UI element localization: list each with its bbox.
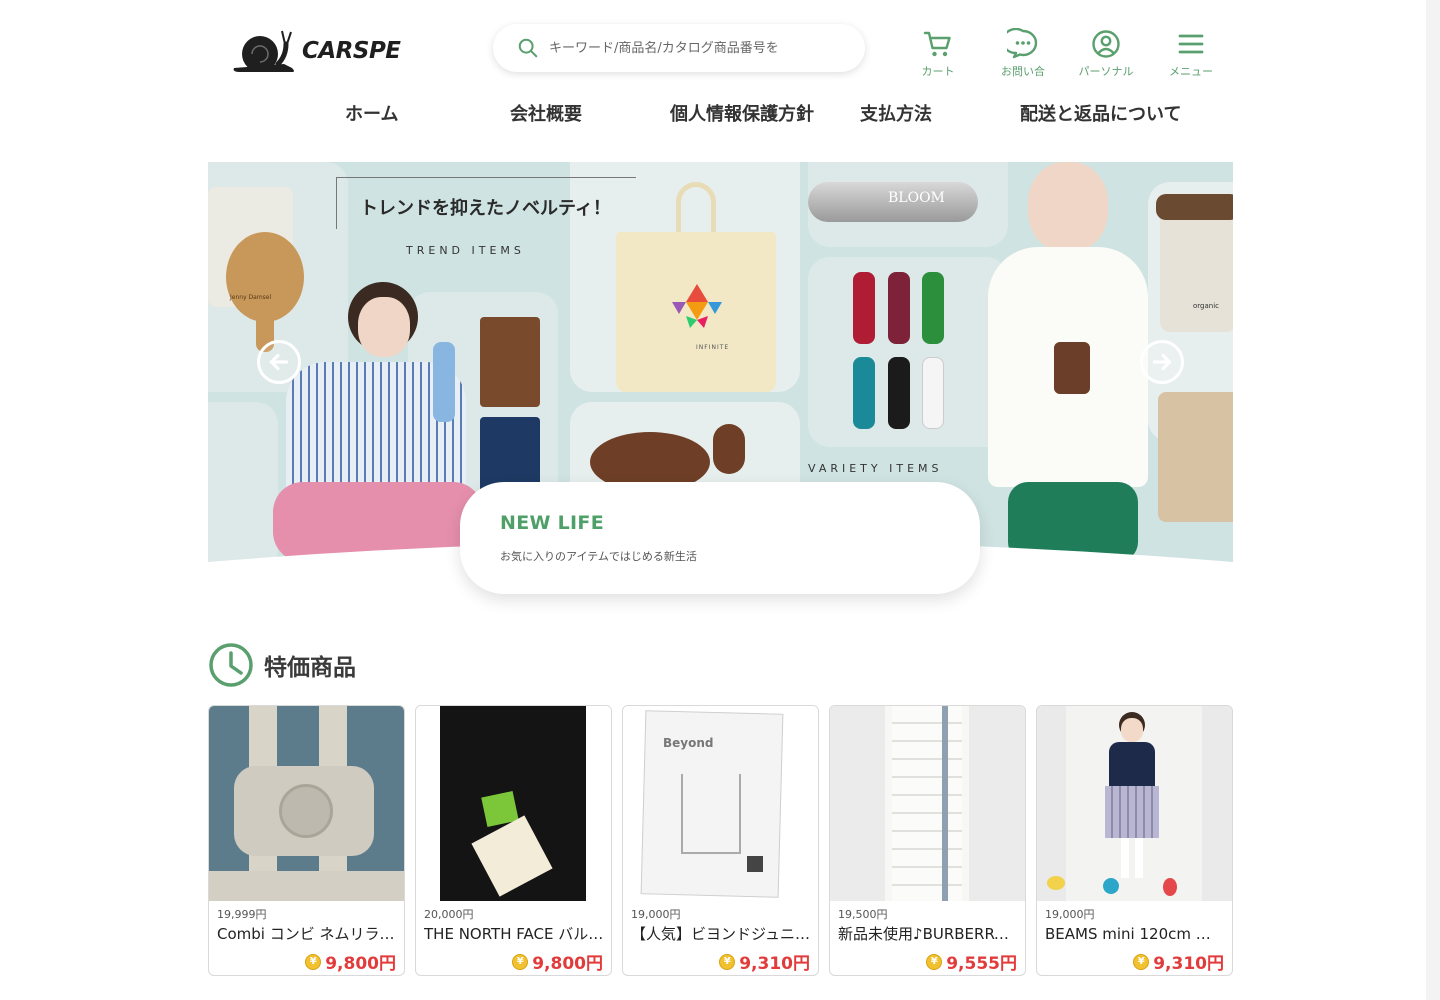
product-list: 19,999円 Combi コンビ ネムリラ オートスウィング 交換用ベルト ¥… — [208, 705, 1233, 977]
personal-button[interactable]: パーソナル — [1071, 28, 1141, 82]
sale-price: ¥9,555円 — [926, 949, 1017, 974]
original-price: 19,500円 — [838, 908, 888, 921]
contact-label: お問い合 — [1001, 65, 1045, 78]
product-image — [416, 706, 611, 901]
yen-coin-icon: ¥ — [926, 953, 943, 970]
personal-label: パーソナル — [1078, 65, 1134, 78]
tote-brand-text: INFINITE — [696, 344, 730, 351]
menu-label: メニュー — [1169, 65, 1213, 78]
nav-privacy[interactable]: 個人情報保護方針 — [670, 100, 814, 126]
product-card[interactable]: 19,000円 BEAMS mini 120cm セレモニースーツ ¥9,310… — [1036, 705, 1233, 976]
brand-logo[interactable]: CARSPE — [230, 28, 410, 74]
search-bar[interactable] — [493, 24, 865, 72]
yen-coin-icon: ¥ — [512, 953, 529, 970]
bottle-black-image — [888, 357, 910, 429]
original-price: 19,999円 — [217, 908, 267, 921]
yen-coin-icon: ¥ — [1133, 953, 1150, 970]
hero-headline: トレンドを抑えたノベルティ！ — [360, 198, 611, 219]
brand-name: CARSPE — [302, 38, 401, 64]
product-card[interactable]: 20,000円 THE NORTH FACE バルトロライトジャケット ¥9,8… — [415, 705, 612, 976]
hero-variety-tag: VARIETY ITEMS — [808, 462, 943, 475]
clock-icon — [209, 643, 253, 687]
bottle-teal-image — [853, 357, 875, 429]
section-title: 特価商品 — [264, 655, 356, 681]
mirror-brand-text: Jenny Damsel — [230, 294, 272, 301]
nav-payment[interactable]: 支払方法 — [860, 100, 932, 126]
sale-price: ¥9,800円 — [305, 949, 396, 974]
tumbler-image — [1160, 202, 1233, 332]
original-price: 19,000円 — [1045, 908, 1095, 921]
arrow-right-icon — [1152, 353, 1172, 371]
product-card[interactable]: 19,999円 Combi コンビ ネムリラ オートスウィング 交換用ベルト ¥… — [208, 705, 405, 976]
product-name: THE NORTH FACE バルトロライトジャケット — [424, 925, 604, 943]
sale-price: ¥9,310円 — [719, 949, 810, 974]
sale-price: ¥9,800円 — [512, 949, 603, 974]
contact-button[interactable]: お問い合 — [988, 28, 1058, 82]
product-name: 【人気】ビヨンドジュニア ハイチェア — [631, 925, 811, 943]
sale-price: ¥9,310円 — [1133, 949, 1224, 974]
product-image — [1037, 706, 1232, 901]
nav-company[interactable]: 会社概要 — [510, 100, 582, 126]
model-right-image — [1028, 162, 1108, 252]
product-image — [830, 706, 1025, 901]
bottle-wine-image — [888, 272, 910, 344]
original-price: 19,000円 — [631, 908, 681, 921]
hero-next-button[interactable] — [1140, 340, 1184, 384]
hero-caption-card[interactable]: NEW LIFE お気に入りのアイテムではじめる新生活 — [460, 482, 980, 594]
nav-shipping-returns[interactable]: 配送と返品について — [1020, 100, 1181, 126]
cart-label: カート — [921, 65, 955, 78]
bottle-white-image — [922, 357, 944, 429]
yen-coin-icon: ¥ — [719, 953, 736, 970]
cart-icon — [923, 31, 951, 57]
spoon-brand-text: BLOOM — [888, 190, 945, 206]
notebook-brown-image — [480, 317, 540, 407]
hero-card-title: NEW LIFE — [500, 512, 604, 534]
section-header: 特価商品 — [208, 642, 356, 688]
product-name: Combi コンビ ネムリラ オートスウィング 交換用ベルト — [217, 925, 397, 943]
bottle-green-image — [922, 272, 944, 344]
product-name: BEAMS mini 120cm セレモニースーツ — [1045, 925, 1225, 943]
product-name: 新品未使用♪BURBERRY ダウンベスト — [838, 925, 1018, 943]
hero-card-subtitle: お気に入りのアイテムではじめる新生活 — [500, 550, 697, 563]
page-scrollbar[interactable] — [1426, 0, 1440, 1000]
original-price: 20,000円 — [424, 908, 474, 921]
search-icon — [518, 38, 538, 58]
tumbler-brand-text: organic — [1193, 302, 1220, 310]
cart-button[interactable]: カート — [903, 28, 973, 82]
snail-logo-icon — [233, 30, 294, 72]
product-image — [209, 706, 404, 901]
search-input[interactable] — [549, 40, 849, 56]
product-image: Beyond — [623, 706, 818, 901]
product-card[interactable]: Beyond 19,000円 【人気】ビヨンドジュニア ハイチェア ¥9,310… — [622, 705, 819, 976]
yen-coin-icon: ¥ — [305, 953, 322, 970]
arrow-left-icon — [269, 353, 289, 371]
product-card[interactable]: 19,500円 新品未使用♪BURBERRY ダウンベスト ¥9,555円 — [829, 705, 1026, 976]
hero-prev-button[interactable] — [257, 340, 301, 384]
menu-button[interactable]: メニュー — [1156, 28, 1226, 82]
menu-icon — [1178, 34, 1204, 54]
global-nav: ホーム 会社概要 個人情報保護方針 支払方法 配送と返品について — [0, 100, 1440, 132]
nav-home[interactable]: ホーム — [345, 100, 398, 126]
bottle-red-image — [853, 272, 875, 344]
hero-trend-tag: TREND ITEMS — [406, 244, 525, 257]
chat-icon — [1007, 28, 1038, 59]
wooden-mirror-image — [226, 232, 304, 322]
user-icon — [1092, 30, 1120, 58]
